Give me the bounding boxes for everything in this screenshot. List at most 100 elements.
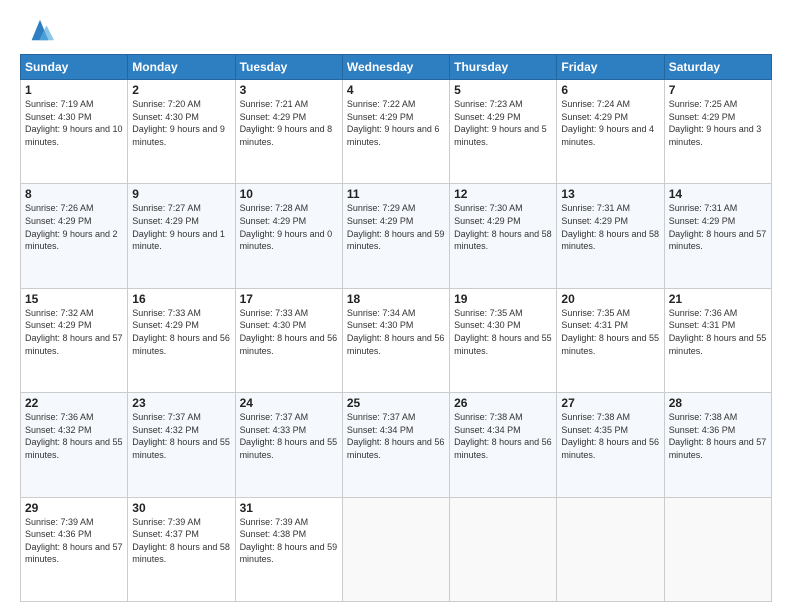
day-info: Sunrise: 7:36 AMSunset: 4:31 PMDaylight:… [669, 307, 767, 357]
calendar-cell [342, 497, 449, 601]
calendar-cell [664, 497, 771, 601]
day-number: 15 [25, 292, 123, 306]
day-info: Sunrise: 7:38 AMSunset: 4:36 PMDaylight:… [669, 411, 767, 461]
calendar-cell: 24Sunrise: 7:37 AMSunset: 4:33 PMDayligh… [235, 393, 342, 497]
calendar-cell: 4Sunrise: 7:22 AMSunset: 4:29 PMDaylight… [342, 80, 449, 184]
day-info: Sunrise: 7:21 AMSunset: 4:29 PMDaylight:… [240, 98, 338, 148]
day-info: Sunrise: 7:37 AMSunset: 4:33 PMDaylight:… [240, 411, 338, 461]
day-info: Sunrise: 7:37 AMSunset: 4:32 PMDaylight:… [132, 411, 230, 461]
calendar-cell: 6Sunrise: 7:24 AMSunset: 4:29 PMDaylight… [557, 80, 664, 184]
day-info: Sunrise: 7:31 AMSunset: 4:29 PMDaylight:… [561, 202, 659, 252]
day-info: Sunrise: 7:19 AMSunset: 4:30 PMDaylight:… [25, 98, 123, 148]
day-number: 29 [25, 501, 123, 515]
calendar-cell: 2Sunrise: 7:20 AMSunset: 4:30 PMDaylight… [128, 80, 235, 184]
day-number: 10 [240, 187, 338, 201]
calendar-col-thursday: Thursday [450, 55, 557, 80]
day-number: 31 [240, 501, 338, 515]
day-info: Sunrise: 7:33 AMSunset: 4:29 PMDaylight:… [132, 307, 230, 357]
day-number: 4 [347, 83, 445, 97]
calendar-week-1: 1Sunrise: 7:19 AMSunset: 4:30 PMDaylight… [21, 80, 772, 184]
calendar-week-3: 15Sunrise: 7:32 AMSunset: 4:29 PMDayligh… [21, 288, 772, 392]
calendar-cell: 31Sunrise: 7:39 AMSunset: 4:38 PMDayligh… [235, 497, 342, 601]
calendar-cell: 15Sunrise: 7:32 AMSunset: 4:29 PMDayligh… [21, 288, 128, 392]
day-number: 20 [561, 292, 659, 306]
day-info: Sunrise: 7:39 AMSunset: 4:38 PMDaylight:… [240, 516, 338, 566]
calendar-table: SundayMondayTuesdayWednesdayThursdayFrid… [20, 54, 772, 602]
calendar-cell: 23Sunrise: 7:37 AMSunset: 4:32 PMDayligh… [128, 393, 235, 497]
calendar-cell [557, 497, 664, 601]
calendar-cell: 12Sunrise: 7:30 AMSunset: 4:29 PMDayligh… [450, 184, 557, 288]
day-info: Sunrise: 7:20 AMSunset: 4:30 PMDaylight:… [132, 98, 230, 148]
day-number: 24 [240, 396, 338, 410]
day-info: Sunrise: 7:29 AMSunset: 4:29 PMDaylight:… [347, 202, 445, 252]
calendar-cell: 18Sunrise: 7:34 AMSunset: 4:30 PMDayligh… [342, 288, 449, 392]
day-number: 19 [454, 292, 552, 306]
calendar-cell: 22Sunrise: 7:36 AMSunset: 4:32 PMDayligh… [21, 393, 128, 497]
day-number: 1 [25, 83, 123, 97]
day-info: Sunrise: 7:25 AMSunset: 4:29 PMDaylight:… [669, 98, 767, 148]
calendar-week-2: 8Sunrise: 7:26 AMSunset: 4:29 PMDaylight… [21, 184, 772, 288]
day-info: Sunrise: 7:35 AMSunset: 4:30 PMDaylight:… [454, 307, 552, 357]
calendar-cell: 5Sunrise: 7:23 AMSunset: 4:29 PMDaylight… [450, 80, 557, 184]
calendar-cell: 11Sunrise: 7:29 AMSunset: 4:29 PMDayligh… [342, 184, 449, 288]
calendar-cell: 26Sunrise: 7:38 AMSunset: 4:34 PMDayligh… [450, 393, 557, 497]
day-number: 16 [132, 292, 230, 306]
day-info: Sunrise: 7:30 AMSunset: 4:29 PMDaylight:… [454, 202, 552, 252]
day-info: Sunrise: 7:27 AMSunset: 4:29 PMDaylight:… [132, 202, 230, 252]
day-info: Sunrise: 7:33 AMSunset: 4:30 PMDaylight:… [240, 307, 338, 357]
day-number: 2 [132, 83, 230, 97]
calendar-week-4: 22Sunrise: 7:36 AMSunset: 4:32 PMDayligh… [21, 393, 772, 497]
calendar-cell: 8Sunrise: 7:26 AMSunset: 4:29 PMDaylight… [21, 184, 128, 288]
day-number: 26 [454, 396, 552, 410]
day-number: 17 [240, 292, 338, 306]
day-number: 21 [669, 292, 767, 306]
calendar-cell: 16Sunrise: 7:33 AMSunset: 4:29 PMDayligh… [128, 288, 235, 392]
calendar-week-5: 29Sunrise: 7:39 AMSunset: 4:36 PMDayligh… [21, 497, 772, 601]
calendar-cell: 3Sunrise: 7:21 AMSunset: 4:29 PMDaylight… [235, 80, 342, 184]
calendar-cell: 20Sunrise: 7:35 AMSunset: 4:31 PMDayligh… [557, 288, 664, 392]
calendar-cell: 10Sunrise: 7:28 AMSunset: 4:29 PMDayligh… [235, 184, 342, 288]
day-info: Sunrise: 7:38 AMSunset: 4:34 PMDaylight:… [454, 411, 552, 461]
calendar-cell: 28Sunrise: 7:38 AMSunset: 4:36 PMDayligh… [664, 393, 771, 497]
day-info: Sunrise: 7:32 AMSunset: 4:29 PMDaylight:… [25, 307, 123, 357]
calendar-col-wednesday: Wednesday [342, 55, 449, 80]
day-number: 23 [132, 396, 230, 410]
day-number: 5 [454, 83, 552, 97]
day-info: Sunrise: 7:39 AMSunset: 4:37 PMDaylight:… [132, 516, 230, 566]
calendar-cell: 1Sunrise: 7:19 AMSunset: 4:30 PMDaylight… [21, 80, 128, 184]
calendar-col-tuesday: Tuesday [235, 55, 342, 80]
calendar-cell: 13Sunrise: 7:31 AMSunset: 4:29 PMDayligh… [557, 184, 664, 288]
day-info: Sunrise: 7:38 AMSunset: 4:35 PMDaylight:… [561, 411, 659, 461]
day-number: 8 [25, 187, 123, 201]
day-info: Sunrise: 7:22 AMSunset: 4:29 PMDaylight:… [347, 98, 445, 148]
calendar-col-monday: Monday [128, 55, 235, 80]
day-info: Sunrise: 7:28 AMSunset: 4:29 PMDaylight:… [240, 202, 338, 252]
day-number: 14 [669, 187, 767, 201]
calendar-cell: 19Sunrise: 7:35 AMSunset: 4:30 PMDayligh… [450, 288, 557, 392]
day-info: Sunrise: 7:35 AMSunset: 4:31 PMDaylight:… [561, 307, 659, 357]
calendar-col-saturday: Saturday [664, 55, 771, 80]
day-info: Sunrise: 7:36 AMSunset: 4:32 PMDaylight:… [25, 411, 123, 461]
calendar-cell: 21Sunrise: 7:36 AMSunset: 4:31 PMDayligh… [664, 288, 771, 392]
day-number: 25 [347, 396, 445, 410]
day-info: Sunrise: 7:37 AMSunset: 4:34 PMDaylight:… [347, 411, 445, 461]
day-number: 3 [240, 83, 338, 97]
day-info: Sunrise: 7:34 AMSunset: 4:30 PMDaylight:… [347, 307, 445, 357]
day-info: Sunrise: 7:31 AMSunset: 4:29 PMDaylight:… [669, 202, 767, 252]
calendar-cell: 25Sunrise: 7:37 AMSunset: 4:34 PMDayligh… [342, 393, 449, 497]
day-info: Sunrise: 7:26 AMSunset: 4:29 PMDaylight:… [25, 202, 123, 252]
calendar-cell: 14Sunrise: 7:31 AMSunset: 4:29 PMDayligh… [664, 184, 771, 288]
day-number: 9 [132, 187, 230, 201]
day-number: 28 [669, 396, 767, 410]
calendar-cell: 7Sunrise: 7:25 AMSunset: 4:29 PMDaylight… [664, 80, 771, 184]
day-number: 12 [454, 187, 552, 201]
day-number: 27 [561, 396, 659, 410]
day-info: Sunrise: 7:24 AMSunset: 4:29 PMDaylight:… [561, 98, 659, 148]
calendar-cell: 17Sunrise: 7:33 AMSunset: 4:30 PMDayligh… [235, 288, 342, 392]
day-number: 11 [347, 187, 445, 201]
day-info: Sunrise: 7:39 AMSunset: 4:36 PMDaylight:… [25, 516, 123, 566]
logo-icon [26, 16, 54, 44]
day-number: 7 [669, 83, 767, 97]
calendar-cell: 29Sunrise: 7:39 AMSunset: 4:36 PMDayligh… [21, 497, 128, 601]
day-number: 30 [132, 501, 230, 515]
